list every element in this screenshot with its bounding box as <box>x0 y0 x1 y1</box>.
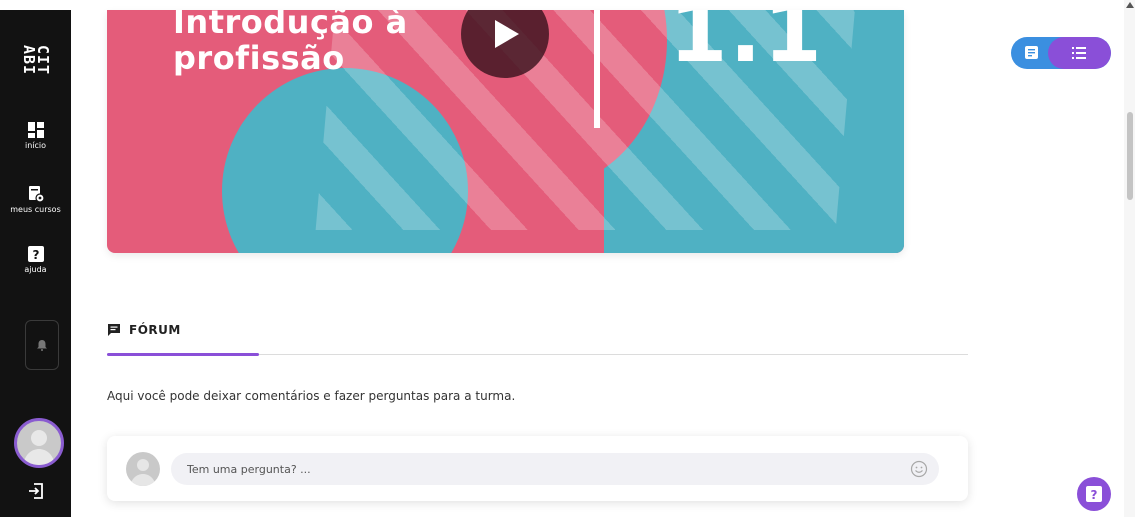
lesson-title-line-2: profissão <box>173 39 345 77</box>
bell-icon <box>37 339 47 351</box>
sidebar-item-label: ajuda <box>24 265 47 274</box>
scrollbar-thumb[interactable] <box>1127 112 1133 200</box>
avatar <box>126 452 160 486</box>
question-icon: ? <box>1086 486 1102 502</box>
scroll-up-icon[interactable] <box>1126 2 1134 8</box>
sidebar-item-inicio[interactable]: início <box>0 122 71 150</box>
logo-line-2: ABI <box>20 44 38 76</box>
divider-line <box>594 10 600 128</box>
logo-line-1: CIT <box>34 44 52 76</box>
question-card <box>107 436 968 501</box>
notes-icon[interactable] <box>1025 46 1039 60</box>
question-input[interactable] <box>171 453 939 485</box>
logout-icon[interactable] <box>27 482 45 500</box>
lesson-number: 1.1 <box>669 10 824 81</box>
forum-title: FÓRUM <box>129 323 181 337</box>
forum-tab-indicator <box>107 353 259 356</box>
sidebar-item-label: início <box>24 141 47 150</box>
person-icon <box>130 459 156 486</box>
lesson-title-line-1: Introdução à <box>173 10 408 41</box>
question-icon: ? <box>27 246 44 262</box>
svg-text:?: ? <box>1091 488 1098 502</box>
scrollbar-track[interactable] <box>1124 0 1135 517</box>
notifications-button[interactable] <box>25 320 59 370</box>
sidebar-item-ajuda[interactable]: ? ajuda <box>0 246 71 274</box>
top-band <box>0 0 1135 10</box>
lesson-title: Introdução à profissão <box>173 10 408 76</box>
sidebar: CIT ABI início meus cursos ? ajuda <box>0 10 71 517</box>
book-settings-icon <box>28 186 44 202</box>
svg-text:?: ? <box>32 248 39 262</box>
sidebar-item-meus-cursos[interactable]: meus cursos <box>0 186 71 214</box>
sidebar-item-label: meus cursos <box>10 205 61 214</box>
chat-icon <box>108 324 120 336</box>
view-toggle[interactable] <box>1011 37 1111 69</box>
help-button[interactable]: ? <box>1077 477 1111 511</box>
lesson-video-thumbnail[interactable]: Introdução à profissão 1.1 <box>107 10 904 253</box>
list-icon[interactable] <box>1072 47 1086 59</box>
forum-header: FÓRUM <box>107 323 181 337</box>
grid-icon <box>27 122 44 138</box>
smiley-icon[interactable] <box>910 460 928 478</box>
forum-description: Aqui você pode deixar comentários e faze… <box>107 389 516 403</box>
play-icon <box>495 20 519 48</box>
user-avatar[interactable] <box>14 418 64 468</box>
person-icon <box>23 430 55 465</box>
logo[interactable]: CIT ABI <box>14 38 58 82</box>
